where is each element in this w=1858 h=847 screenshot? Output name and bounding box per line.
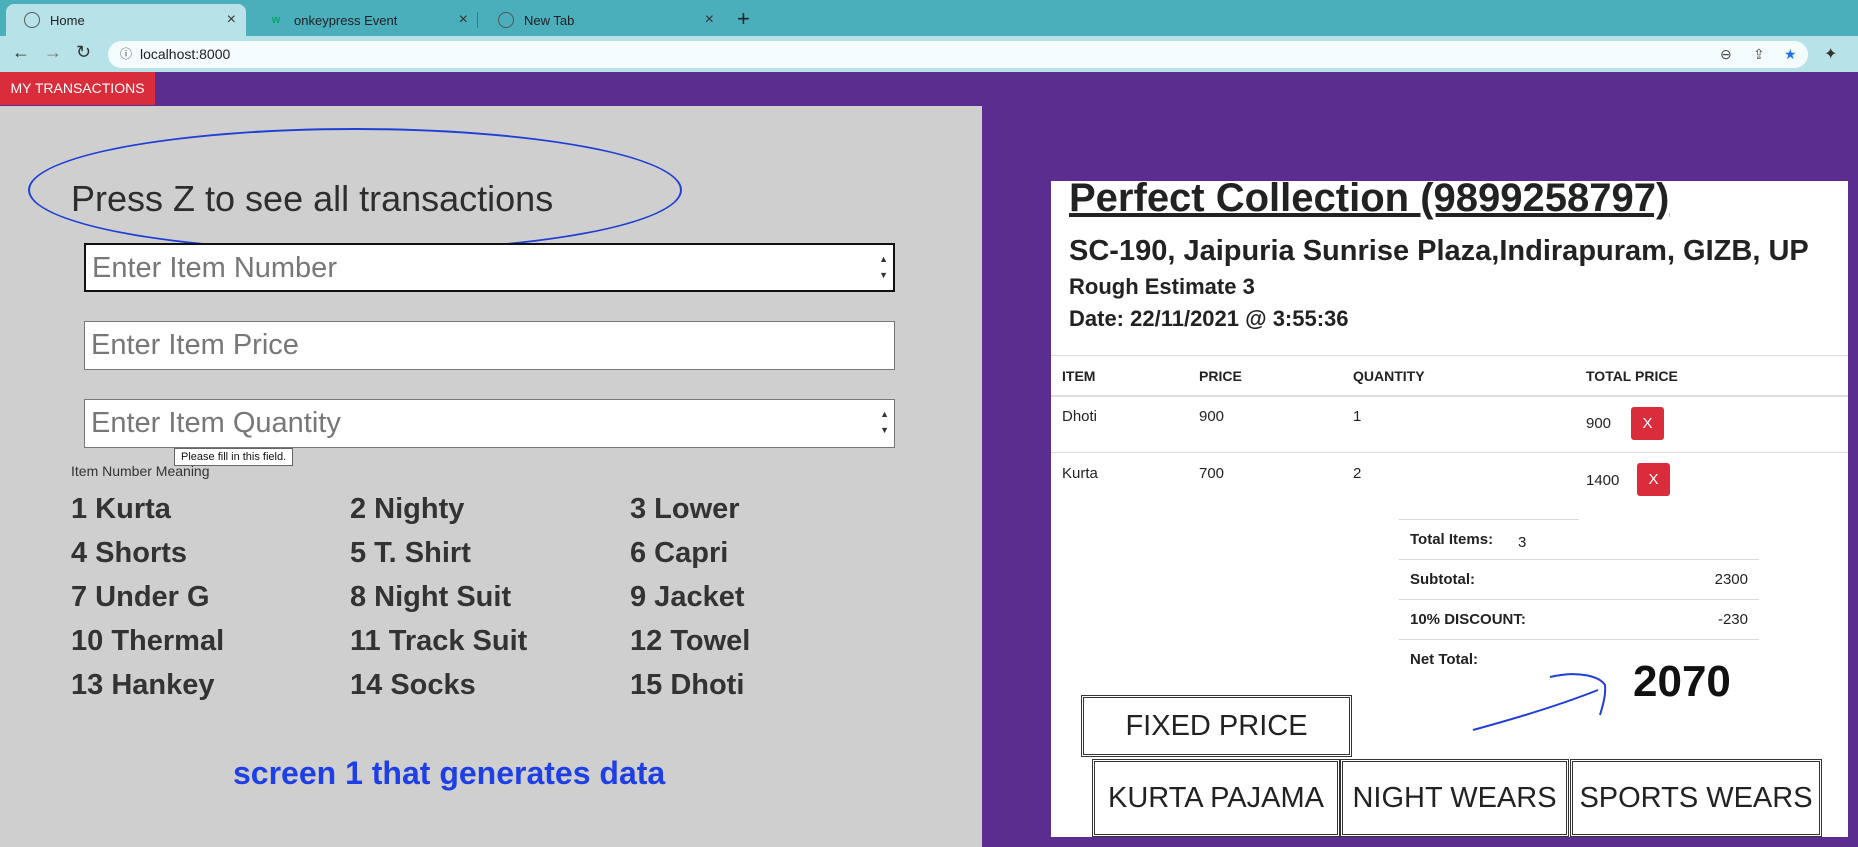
item-meaning: 10 Thermal [71, 625, 225, 657]
summary-divider [1399, 519, 1579, 520]
table-divider [1051, 452, 1848, 453]
subtotal-value: 2300 [1714, 571, 1748, 588]
column-header-total: TOTAL PRICE [1586, 368, 1678, 384]
annotation-arrow [1472, 673, 1607, 731]
row-qty: 2 [1353, 465, 1362, 482]
table-divider [1051, 395, 1848, 397]
tab-title: Home [50, 12, 85, 28]
item-meaning: 2 Nighty [350, 493, 465, 525]
shop-address: SC-190, Jaipuria Sunrise Plaza,Indirapur… [1069, 235, 1809, 267]
quantity-spinner-icon[interactable]: ▲ ▼ [880, 406, 889, 438]
item-meaning: 7 Under G [71, 581, 210, 613]
summary-divider [1399, 639, 1759, 640]
tab-title: onkeypress Event [294, 12, 398, 28]
category-kurta-pajama: KURTA PAJAMA [1092, 759, 1340, 837]
discount-value: -230 [1717, 611, 1748, 628]
item-meaning: 5 T. Shirt [350, 537, 471, 569]
estimate-number: Rough Estimate 3 [1069, 274, 1255, 299]
back-icon[interactable]: ← [12, 42, 30, 63]
tab-onkeypress[interactable]: w onkeypress Event × [250, 4, 478, 36]
item-quantity-placeholder: Enter Item Quantity [91, 407, 341, 439]
info-icon[interactable]: ⓘ [120, 41, 132, 68]
net-total-label: Net Total: [1410, 651, 1479, 668]
annotation-caption: screen 1 that generates data [233, 755, 666, 791]
row-price: 700 [1199, 465, 1225, 482]
item-meaning: 14 Socks [350, 669, 476, 701]
net-total-value: 2070 [1633, 657, 1731, 706]
remove-row-button[interactable]: X [1637, 463, 1670, 496]
item-meaning: 6 Capri [630, 537, 729, 569]
row-price: 900 [1199, 408, 1225, 425]
row-total: 900 [1586, 415, 1612, 432]
fixed-price-shop-label: FIXED PRICE SHOP [1081, 695, 1352, 798]
row-item: Kurta [1062, 465, 1098, 482]
estimate-date: Date: 22/11/2021 @ 3:55:36 [1069, 306, 1349, 331]
item-meaning: 8 Night Suit [350, 581, 512, 613]
address-bar-row: ← → ↻ ⓘ localhost:8000 ⊖ ⇪ ★ ✦ [0, 36, 1858, 72]
url-text: localhost:8000 [140, 46, 231, 62]
tab-home[interactable]: Home × [6, 4, 246, 36]
item-meaning: 3 Lower [630, 493, 740, 525]
item-meaning: 15 Dhoti [630, 669, 745, 701]
extensions-icon[interactable]: ✦ [1824, 44, 1837, 64]
category-sports-wears: SPORTS WEARS [1570, 759, 1822, 837]
row-qty: 1 [1353, 408, 1362, 425]
item-meaning: 13 Hankey [71, 669, 215, 701]
chrome-icon [498, 12, 514, 28]
item-meaning: 9 Jacket [630, 581, 745, 613]
item-price-input[interactable]: Enter Item Price [84, 321, 895, 370]
discount-label: 10% DISCOUNT: [1410, 611, 1526, 628]
table-divider [1051, 355, 1848, 356]
item-number-input[interactable]: Enter Item Number ▲ ▼ [84, 243, 895, 292]
row-total: 1400 [1586, 472, 1620, 489]
zoom-icon[interactable]: ⊖ [1720, 41, 1732, 68]
total-items-label: Total Items: [1410, 531, 1494, 548]
category-night-wears: NIGHT WEARS [1340, 759, 1569, 837]
subtotal-label: Subtotal: [1410, 571, 1475, 588]
column-header-quantity: QUANTITY [1353, 368, 1425, 384]
tab-title: New Tab [524, 12, 575, 28]
globe-icon [24, 12, 40, 28]
column-header-price: PRICE [1199, 368, 1242, 384]
new-tab-icon[interactable]: + [737, 6, 750, 32]
share-icon[interactable]: ⇪ [1753, 41, 1765, 68]
summary-divider [1399, 559, 1759, 560]
summary-divider [1399, 599, 1759, 600]
number-spinner-icon[interactable]: ▲ ▼ [879, 251, 888, 283]
w3schools-icon: w [271, 14, 281, 26]
shop-name: Perfect Collection (9899258797) [1069, 176, 1670, 220]
tab-separator [477, 12, 478, 28]
row-item: Dhoti [1062, 408, 1098, 425]
reload-icon[interactable]: ↻ [76, 42, 91, 63]
column-header-item: ITEM [1062, 368, 1096, 384]
item-meaning: 11 Track Suit [350, 625, 528, 657]
close-tab-icon[interactable]: × [705, 11, 714, 29]
item-meaning: 1 Kurta [71, 493, 171, 525]
item-quantity-input[interactable]: Enter Item Quantity ▲ ▼ [84, 399, 895, 448]
item-meaning-label: Item Number Meaning [71, 463, 210, 479]
bookmark-star-icon[interactable]: ★ [1784, 41, 1797, 68]
close-tab-icon[interactable]: × [459, 11, 468, 29]
url-field[interactable]: ⓘ localhost:8000 ⊖ ⇪ ★ [108, 41, 1808, 68]
my-transactions-button[interactable]: MY TRANSACTIONS [0, 72, 155, 105]
close-tab-icon[interactable]: × [227, 11, 236, 29]
forward-icon[interactable]: → [44, 42, 62, 63]
item-price-placeholder: Enter Item Price [91, 329, 299, 361]
item-meaning: 4 Shorts [71, 537, 188, 569]
remove-row-button[interactable]: X [1631, 407, 1664, 440]
total-items-value: 3 [1518, 534, 1527, 551]
press-z-hint: Press Z to see all transactions [71, 178, 554, 219]
browser-tab-bar: Home × w onkeypress Event × New Tab × + [0, 0, 1858, 36]
tab-new-tab[interactable]: New Tab × [480, 4, 724, 36]
item-number-placeholder: Enter Item Number [92, 252, 337, 284]
item-meaning: 12 Towel [630, 625, 751, 657]
